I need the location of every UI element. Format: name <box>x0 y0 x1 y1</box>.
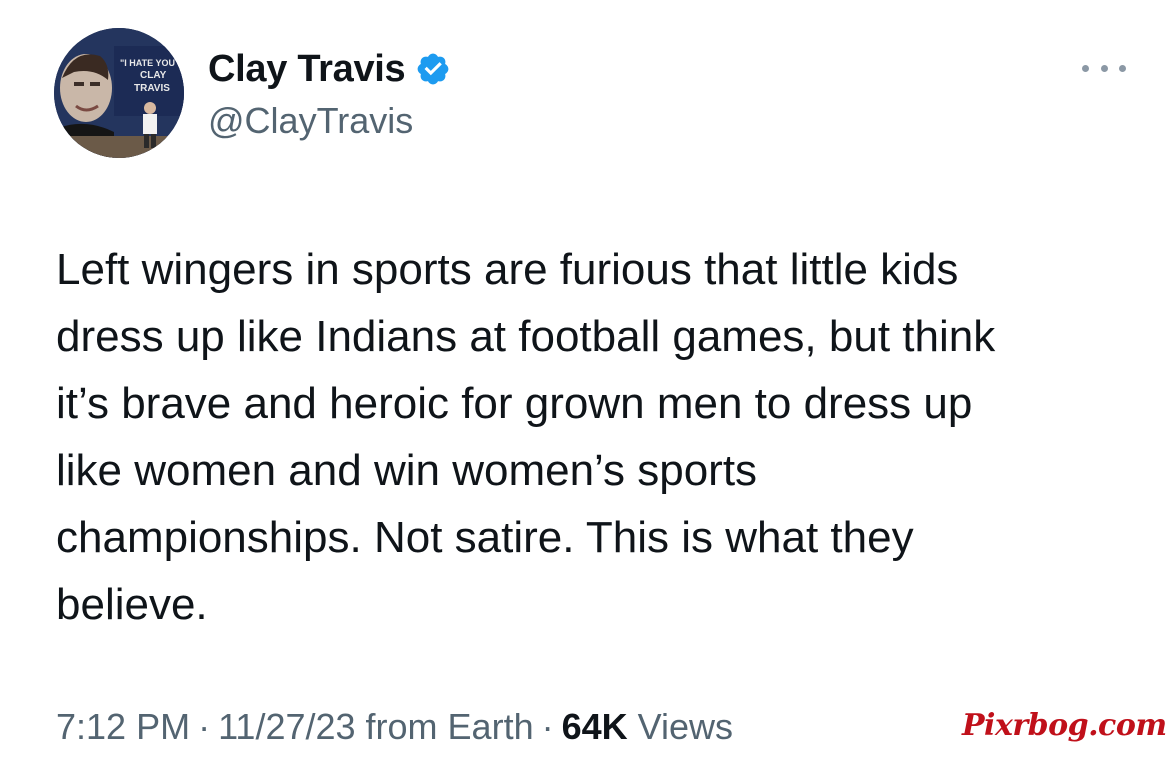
meta-separator: · <box>198 706 211 747</box>
tweet-meta: 7:12 PM · 11/27/23 from Earth · 64K View… <box>56 706 733 748</box>
verified-badge-icon[interactable] <box>415 51 451 87</box>
author-name[interactable]: Clay Travis <box>208 48 406 91</box>
views-count[interactable]: 64K <box>562 706 628 748</box>
more-dot <box>1100 64 1108 72</box>
svg-text:CLAY: CLAY <box>140 70 167 81</box>
author-handle[interactable]: @ClayTravis <box>208 100 413 142</box>
views-label[interactable]: Views <box>638 706 733 748</box>
avatar[interactable]: "I HATE YOU CLAY TRAVIS <box>54 28 184 158</box>
svg-text:"I HATE YOU: "I HATE YOU <box>120 58 175 68</box>
avatar-image: "I HATE YOU CLAY TRAVIS <box>54 28 184 158</box>
more-options-icon[interactable] <box>1082 58 1126 78</box>
tweet-text-line: Left wingers in sports are furious that … <box>56 245 959 294</box>
tweet-text-line: believe. <box>56 580 208 629</box>
author-name-row[interactable]: Clay Travis <box>208 46 451 92</box>
tweet-date[interactable]: 11/27/23 <box>218 706 355 748</box>
tweet-text: Left wingers in sports are furious that … <box>56 236 1146 638</box>
watermark: Pixrbog.com <box>962 708 1167 743</box>
tweet-card: "I HATE YOU CLAY TRAVIS Clay Travis @Cla… <box>0 0 1170 763</box>
tweet-text-line: it’s brave and heroic for grown men to d… <box>56 379 973 428</box>
svg-text:TRAVIS: TRAVIS <box>134 83 170 94</box>
tweet-text-line: like women and win women’s sports <box>56 446 758 495</box>
tweet-text-line: championships. Not satire. This is what … <box>56 513 914 562</box>
meta-separator: · <box>541 706 554 747</box>
tweet-time[interactable]: 7:12 PM <box>56 706 190 748</box>
tweet-text-line: dress up like Indians at football games,… <box>56 312 996 361</box>
tweet-source: from Earth <box>365 706 534 747</box>
more-dot <box>1082 64 1089 72</box>
more-dot <box>1119 64 1126 72</box>
